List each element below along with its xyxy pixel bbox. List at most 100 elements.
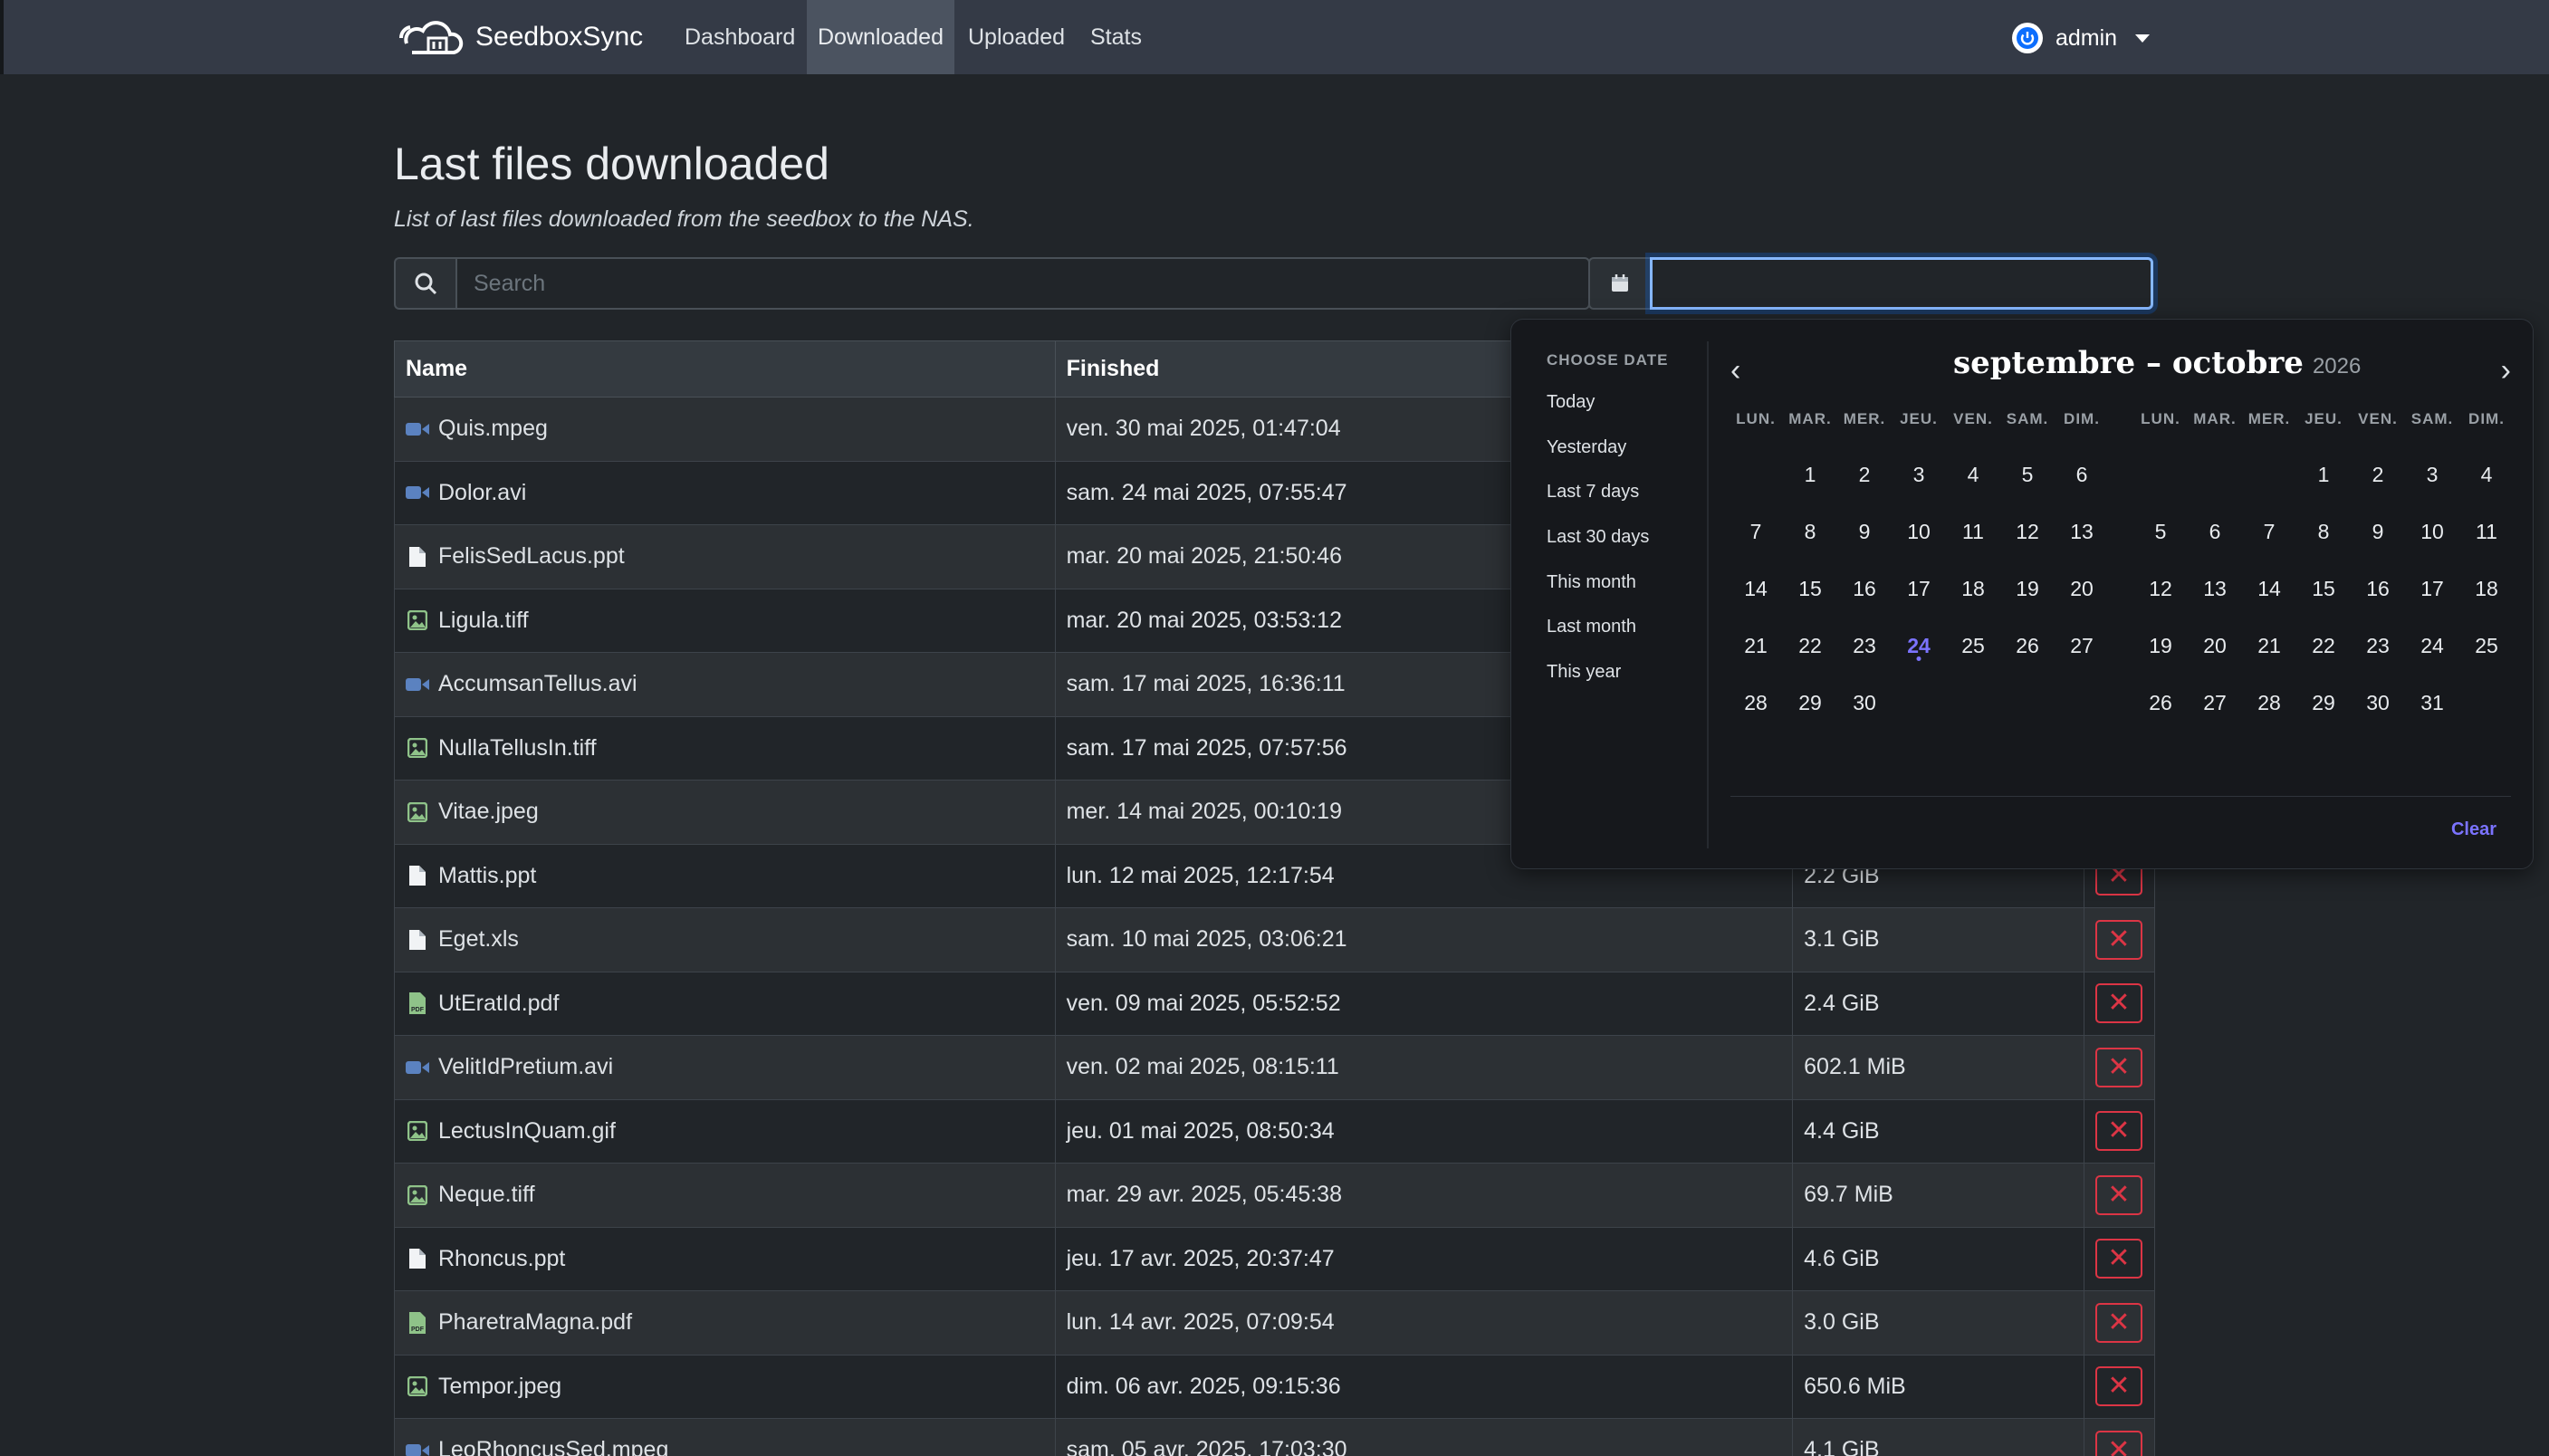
next-month-icon[interactable]: › [2501, 353, 2511, 388]
day-cell[interactable]: 12 [2000, 503, 2055, 560]
day-cell[interactable]: 9 [2351, 503, 2405, 560]
day-today[interactable]: 24 [1892, 618, 1946, 675]
day-cell[interactable]: 13 [2055, 503, 2109, 560]
date-range-input[interactable] [1650, 257, 2153, 310]
day-cell[interactable]: 25 [2459, 618, 2514, 675]
day-cell[interactable]: 15 [2296, 560, 2351, 618]
video-icon [406, 1056, 429, 1079]
day-grid: 1 2 3 4 5 6 7 8 9 10 11 12 13 14 15 16 17 18 19 20 21 22 23 24 2… [2133, 446, 2514, 732]
day-cell[interactable]: 3 [2405, 446, 2459, 503]
day-cell[interactable]: 17 [1892, 560, 1946, 618]
day-cell[interactable]: 28 [1729, 675, 1783, 732]
day-cell[interactable]: 7 [1729, 503, 1783, 560]
day-cell[interactable]: 13 [2188, 560, 2242, 618]
day-cell[interactable]: 2 [1837, 446, 1892, 503]
day-cell[interactable]: 25 [1946, 618, 2000, 675]
day-cell[interactable]: 23 [1837, 618, 1892, 675]
col-header-name[interactable]: Name [394, 340, 1056, 398]
day-cell[interactable]: 30 [2351, 675, 2405, 732]
day-cell[interactable]: 1 [1783, 446, 1837, 503]
day-cell[interactable]: 10 [1892, 503, 1946, 560]
preset-last-30-days[interactable]: Last 30 days [1547, 527, 1649, 548]
preset-yesterday[interactable]: Yesterday [1547, 437, 1626, 458]
day-cell[interactable]: 8 [2296, 503, 2351, 560]
day-cell[interactable]: 10 [2405, 503, 2459, 560]
day-cell[interactable]: 20 [2188, 618, 2242, 675]
day-cell[interactable]: 20 [2055, 560, 2109, 618]
preset-this-year[interactable]: This year [1547, 662, 1621, 683]
day-cell[interactable]: 14 [2242, 560, 2296, 618]
day-cell[interactable]: 15 [1783, 560, 1837, 618]
day-cell[interactable]: 31 [2405, 675, 2459, 732]
delete-button[interactable]: ✕ [2094, 1239, 2142, 1279]
nav-downloaded[interactable]: Downloaded [807, 0, 954, 74]
day-cell[interactable]: 2 [2351, 446, 2405, 503]
delete-button[interactable]: ✕ [2094, 983, 2142, 1024]
nav-stats[interactable]: Stats [1079, 0, 1153, 74]
day-cell[interactable]: 3 [1892, 446, 1946, 503]
day-cell[interactable]: 7 [2242, 503, 2296, 560]
day-cell[interactable]: 22 [1783, 618, 1837, 675]
day-cell[interactable]: 23 [2351, 618, 2405, 675]
delete-button[interactable]: ✕ [2094, 1047, 2142, 1087]
day-cell[interactable]: 29 [1783, 675, 1837, 732]
day-cell[interactable]: 14 [1729, 560, 1783, 618]
delete-button[interactable]: ✕ [2094, 1111, 2142, 1152]
day-cell[interactable]: 30 [1837, 675, 1892, 732]
delete-button[interactable]: ✕ [2094, 919, 2142, 960]
delete-button[interactable]: ✕ [2094, 1174, 2142, 1215]
nav-uploaded[interactable]: Uploaded [957, 0, 1076, 74]
delete-button[interactable]: ✕ [2094, 1302, 2142, 1343]
day-cell[interactable]: 19 [2000, 560, 2055, 618]
day-cell[interactable]: 4 [2459, 446, 2514, 503]
day-cell[interactable]: 24 [2405, 618, 2459, 675]
day-cell[interactable]: 27 [2055, 618, 2109, 675]
preset-today[interactable]: Today [1547, 392, 1595, 413]
day-cell[interactable]: 11 [1946, 503, 2000, 560]
day-cell[interactable]: 11 [2459, 503, 2514, 560]
calendar-title: septembre – octobre 2026 [1953, 345, 2362, 381]
delete-button[interactable]: ✕ [2094, 1430, 2142, 1456]
cell-size: 3.0 GiB [1792, 1290, 2084, 1355]
prev-month-icon[interactable]: ‹ [1730, 353, 1740, 388]
brand[interactable]: SeedboxSync [398, 16, 643, 58]
day-cell[interactable]: 5 [2133, 503, 2188, 560]
cell-finished: mar. 29 avr. 2025, 05:45:38 [1054, 1163, 1794, 1228]
day-cell[interactable]: 19 [2133, 618, 2188, 675]
day-cell[interactable]: 9 [1837, 503, 1892, 560]
day-cell[interactable]: 4 [1946, 446, 2000, 503]
day-cell[interactable]: 21 [1729, 618, 1783, 675]
day-cell[interactable]: 8 [1783, 503, 1837, 560]
day-cell[interactable]: 17 [2405, 560, 2459, 618]
file-icon [406, 928, 429, 952]
nav-dashboard[interactable]: Dashboard [674, 0, 806, 74]
day-cell[interactable]: 12 [2133, 560, 2188, 618]
delete-button[interactable]: ✕ [2094, 1366, 2142, 1407]
day-cell[interactable]: 1 [2296, 446, 2351, 503]
day-cell[interactable]: 26 [2133, 675, 2188, 732]
preset-last-7-days[interactable]: Last 7 days [1547, 482, 1639, 503]
day-cell[interactable]: 26 [2000, 618, 2055, 675]
day-cell[interactable]: 16 [1837, 560, 1892, 618]
cell-finished: ven. 09 mai 2025, 05:52:52 [1054, 971, 1794, 1036]
day-cell[interactable]: 18 [2459, 560, 2514, 618]
day-cell[interactable]: 5 [2000, 446, 2055, 503]
preset-last-month[interactable]: Last month [1547, 617, 1636, 637]
preset-this-month[interactable]: This month [1547, 572, 1636, 593]
search-input[interactable]: Search [455, 257, 1590, 310]
day-cell[interactable]: 22 [2296, 618, 2351, 675]
clear-button[interactable]: Clear [2451, 819, 2496, 840]
day-cell[interactable]: 6 [2188, 503, 2242, 560]
day-cell[interactable]: 16 [2351, 560, 2405, 618]
day-cell[interactable]: 6 [2055, 446, 2109, 503]
day-cell[interactable]: 27 [2188, 675, 2242, 732]
day-cell[interactable]: 29 [2296, 675, 2351, 732]
user-menu[interactable]: admin [2012, 20, 2151, 56]
cell-finished: dim. 06 avr. 2025, 09:15:36 [1054, 1354, 1794, 1419]
close-icon: ✕ [2107, 1051, 2131, 1082]
day-cell[interactable]: 18 [1946, 560, 2000, 618]
day-cell[interactable]: 21 [2242, 618, 2296, 675]
cell-name: PDF UtEratId.pdf [394, 971, 1056, 1036]
day-cell[interactable]: 28 [2242, 675, 2296, 732]
navbar: SeedboxSync Dashboard Downloaded Uploaded S… [0, 0, 2549, 74]
